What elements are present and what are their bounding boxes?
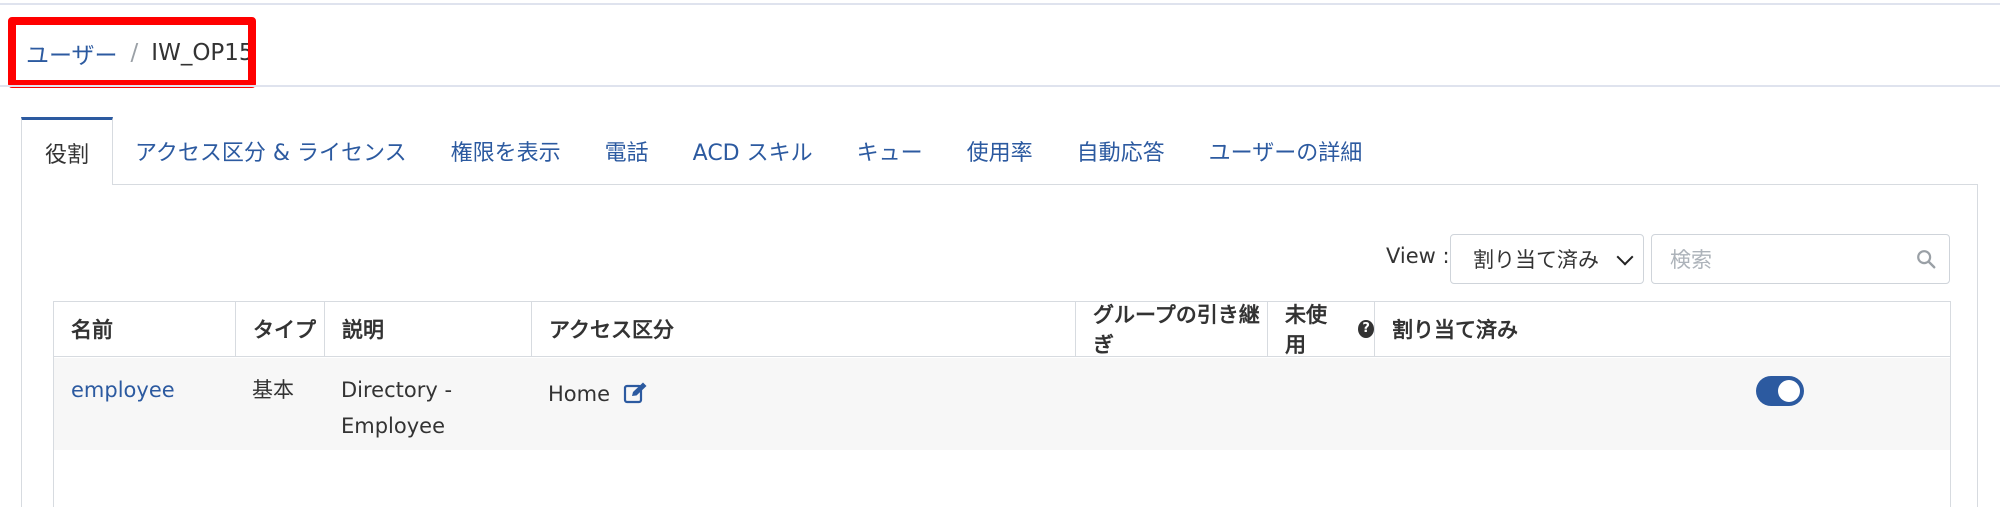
tab-acd-skills[interactable]: ACD スキル — [671, 117, 835, 185]
assigned-toggle[interactable] — [1756, 376, 1804, 406]
column-header-description[interactable]: 説明 — [324, 302, 531, 356]
tab-auto-answer[interactable]: 自動応答 — [1055, 117, 1187, 185]
view-select-value: 割り当て済み — [1473, 248, 1599, 272]
column-header-group-inherit[interactable]: グループの引き継ぎ — [1075, 302, 1267, 357]
tab-divisions-licenses[interactable]: アクセス区分 & ライセンス — [113, 117, 429, 185]
top-border — [0, 3, 2000, 5]
tab-view-permissions[interactable]: 権限を表示 — [429, 117, 583, 185]
roles-table: 名前 タイプ 説明 アクセス区分 グループの引き継ぎ 未使用 ? 割り当て済み … — [53, 301, 1951, 507]
edit-icon[interactable] — [623, 381, 649, 405]
tab-bar: 役割 アクセス区分 & ライセンス 権限を表示 電話 ACD スキル キュー 使… — [21, 117, 1384, 185]
tab-user-details[interactable]: ユーザーの詳細 — [1187, 117, 1385, 185]
role-description-line2: Employee — [341, 414, 446, 438]
help-icon[interactable]: ? — [1358, 320, 1374, 338]
role-description-line1: Directory - — [341, 378, 453, 402]
tab-phone[interactable]: 電話 — [583, 117, 671, 185]
page-divider — [0, 85, 2000, 87]
column-header-division[interactable]: アクセス区分 — [531, 302, 1075, 356]
role-division-value: Home — [548, 382, 611, 406]
annotation-highlight-box — [8, 17, 256, 88]
tab-utilization[interactable]: 使用率 — [945, 117, 1055, 185]
column-header-unused-label: 未使用 — [1285, 303, 1327, 357]
search-icon[interactable] — [1915, 248, 1937, 270]
role-type: 基本 — [252, 378, 294, 402]
search-input[interactable]: 検索 — [1651, 234, 1950, 284]
search-placeholder: 検索 — [1670, 248, 1712, 272]
chevron-down-icon — [1616, 248, 1634, 266]
role-division: Home — [548, 376, 649, 412]
column-header-type[interactable]: タイプ — [235, 302, 324, 356]
table-header: 名前 タイプ 説明 アクセス区分 グループの引き継ぎ 未使用 ? 割り当て済み — [54, 302, 1950, 357]
view-label: View : — [1386, 244, 1450, 268]
role-name-link[interactable]: employee — [71, 372, 175, 408]
table-row: employee 基本 Directory - Employee Home — [54, 358, 1950, 450]
toggle-knob — [1778, 380, 1800, 402]
role-description: Directory - Employee — [341, 372, 452, 444]
tab-roles[interactable]: 役割 — [21, 117, 114, 185]
column-header-unused[interactable]: 未使用 ? — [1267, 302, 1374, 357]
tab-queues[interactable]: キュー — [835, 117, 945, 185]
column-header-name[interactable]: 名前 — [54, 302, 235, 356]
column-header-assigned[interactable]: 割り当て済み — [1374, 302, 1950, 356]
view-select[interactable]: 割り当て済み — [1450, 234, 1644, 284]
